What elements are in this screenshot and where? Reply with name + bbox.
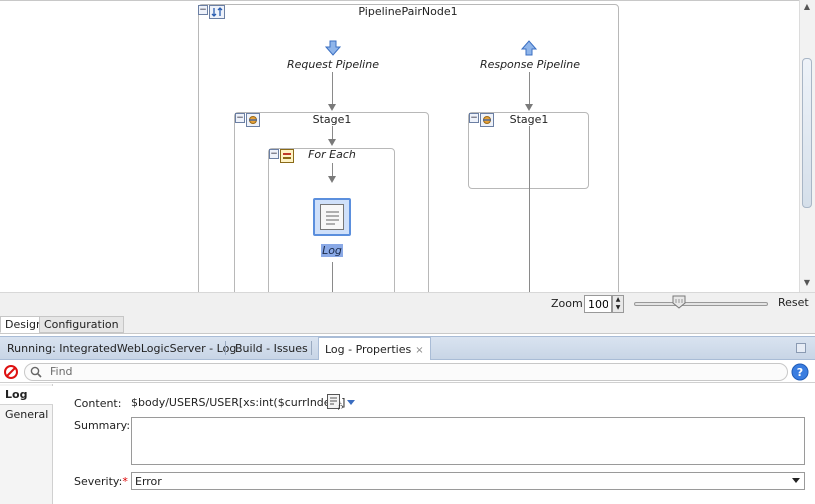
cancel-icon[interactable]	[4, 365, 18, 379]
log-properties-form: Content: $body/USERS/USER[xs:int($currIn…	[54, 384, 815, 504]
pipeline-pair-icon	[209, 5, 225, 19]
zoom-slider-thumb[interactable]	[672, 295, 686, 309]
log-document-icon	[320, 204, 344, 230]
collapse-pipeline-pair-button[interactable]: −	[198, 5, 208, 15]
xpath-dropdown-icon[interactable]	[347, 400, 355, 405]
request-flow-arrow	[328, 104, 336, 111]
for-each-inner-flow-arrow	[328, 176, 336, 183]
properties-side-nav: Log General	[0, 384, 53, 504]
tab-running-server-log[interactable]: Running: IntegratedWebLogicServer - Log	[7, 342, 236, 355]
response-flow-line	[529, 72, 530, 108]
find-bar: Find ?	[0, 361, 815, 383]
canvas-scroll-thumb[interactable]	[802, 58, 812, 208]
log-panel-tabs: Running: IntegratedWebLogicServer - Log …	[0, 336, 815, 360]
collapse-response-stage-button[interactable]: −	[469, 113, 479, 123]
tab-build-issues[interactable]: Build - Issues	[235, 342, 308, 355]
zoom-spinner[interactable]: ▲ ▼	[612, 295, 624, 313]
for-each-inner-flow-line	[332, 163, 333, 177]
canvas-top-border	[0, 0, 815, 1]
scroll-down-icon[interactable]: ▼	[801, 278, 813, 288]
find-input[interactable]	[24, 363, 788, 381]
request-pipeline-down-arrow-icon[interactable]	[324, 40, 342, 56]
collapse-for-each-button[interactable]: −	[269, 149, 279, 159]
zoom-reset-button[interactable]: Reset	[778, 296, 809, 309]
severity-select[interactable]: Error	[131, 472, 805, 490]
stage-icon	[480, 113, 494, 127]
zoom-toolbar: Zoom: ▲▼ Reset	[0, 292, 815, 314]
severity-label-text: Severity:	[74, 475, 123, 488]
tab-separator	[311, 341, 312, 355]
response-flow-arrow	[525, 104, 533, 111]
log-action-label[interactable]: Log	[321, 244, 343, 257]
tab-log-properties-label: Log - Properties	[325, 343, 412, 356]
find-placeholder: Find	[50, 365, 73, 378]
close-tab-icon[interactable]: ×	[415, 345, 423, 356]
summary-label: Summary:	[74, 419, 131, 432]
response-stage-flow-line	[529, 126, 530, 292]
pipeline-pair-title: PipelinePairNode1	[358, 5, 458, 18]
editor-view-tabs: Design Configuration	[0, 314, 815, 334]
response-stage-title: Stage1	[509, 113, 549, 126]
tab-log-properties[interactable]: Log - Properties ×	[318, 337, 431, 360]
content-value[interactable]: $body/USERS/USER[xs:int($currIndex)]	[131, 396, 345, 409]
log-action-node[interactable]	[313, 198, 351, 236]
side-nav-item-general[interactable]: General	[0, 406, 53, 425]
pipeline-design-canvas[interactable]: − PipelinePairNode1 Request Pipeline Res…	[0, 0, 815, 292]
log-flow-line	[332, 262, 333, 292]
severity-selected-value: Error	[135, 475, 162, 488]
zoom-level-input[interactable]	[584, 295, 612, 313]
summary-textarea[interactable]	[131, 417, 805, 465]
zoom-slider-track[interactable]	[634, 302, 768, 306]
xpath-editor-icon[interactable]: fx	[327, 394, 345, 411]
search-icon	[30, 366, 42, 378]
content-label: Content:	[74, 397, 122, 410]
side-nav-item-log[interactable]: Log	[0, 386, 53, 405]
stage-inner-flow-arrow	[328, 139, 336, 146]
tab-configuration[interactable]: Configuration	[39, 316, 124, 333]
chevron-down-icon	[792, 478, 800, 483]
minimize-panel-icon[interactable]	[796, 343, 806, 353]
severity-label: Severity:*	[74, 475, 128, 488]
stage-icon	[246, 113, 260, 127]
help-icon[interactable]: ?	[791, 363, 809, 381]
svg-text:fx: fx	[337, 403, 343, 410]
response-pipeline-up-arrow-icon[interactable]	[520, 40, 538, 56]
request-stage-title: Stage1	[312, 113, 352, 126]
tab-separator	[225, 341, 226, 355]
for-each-icon	[280, 149, 294, 163]
svg-text:?: ?	[797, 366, 803, 379]
for-each-title: For Each	[308, 148, 356, 161]
response-pipeline-label[interactable]: Response Pipeline	[474, 58, 586, 71]
scroll-up-icon[interactable]: ▲	[801, 2, 813, 12]
zoom-label: Zoom:	[551, 297, 587, 310]
request-pipeline-label[interactable]: Request Pipeline	[282, 58, 384, 71]
required-marker: *	[122, 475, 128, 488]
request-flow-line	[332, 72, 333, 108]
collapse-request-stage-button[interactable]: −	[235, 113, 245, 123]
